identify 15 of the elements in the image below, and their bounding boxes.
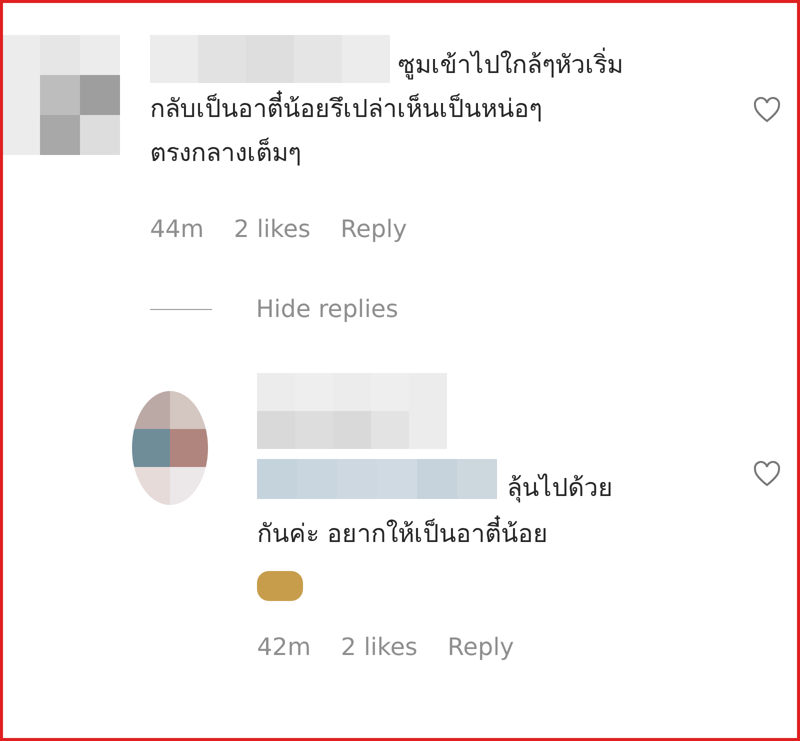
likes-link[interactable]: 2 likes xyxy=(234,215,310,243)
likes-link[interactable]: 2 likes xyxy=(340,633,418,661)
timestamp: 44m xyxy=(150,215,204,243)
comment-text: ลุ้นไปด้วย xyxy=(507,472,613,504)
heart-icon[interactable] xyxy=(753,461,781,487)
hide-replies-link[interactable]: Hide replies xyxy=(256,295,398,323)
heart-icon[interactable] xyxy=(753,97,781,123)
reply-link[interactable]: Reply xyxy=(447,633,514,661)
comment-text: ตรงกลางเต็มๆ xyxy=(150,136,301,169)
blurred-emoji xyxy=(257,571,303,601)
reply-link[interactable]: Reply xyxy=(340,215,407,243)
comment-text: ซูมเข้าไปใกล้ๆหัวเริ่ม xyxy=(398,43,623,87)
comment-text: กลับเป็นอาตี๋น้อยรึเปล่าเห็นเป็นหน่อๆ xyxy=(150,87,542,131)
timestamp: 42m xyxy=(257,633,311,661)
comment-text: กันค่ะ อยากให้เป็นอาตี๋น้อย xyxy=(257,511,548,557)
